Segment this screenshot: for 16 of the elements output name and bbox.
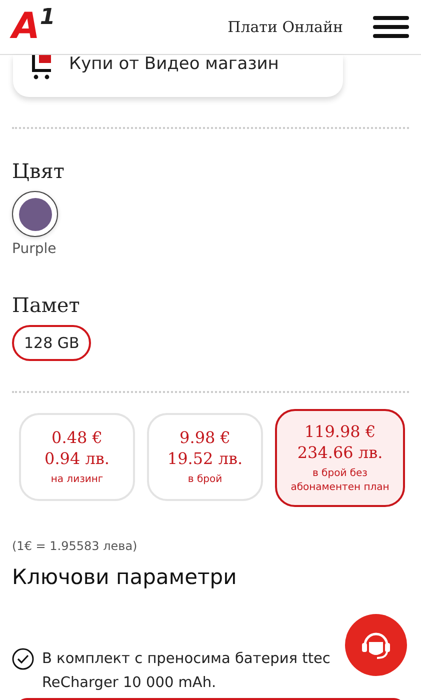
memory-title: Памет: [12, 293, 81, 317]
shop-label: Купи от Видео магазин: [69, 53, 279, 75]
exchange-rate-note: (1€ = 1.95583 лева): [11, 538, 138, 553]
key-params-title: Ключови параметри: [11, 564, 238, 589]
color-label: Purple: [12, 241, 58, 257]
menu-icon[interactable]: [373, 15, 409, 39]
memory-option[interactable]: 128 GB: [12, 325, 92, 361]
color-title: Цвят: [12, 159, 66, 183]
check-icon: [12, 648, 34, 670]
price-option[interactable]: 9.98 € 19.52 лв. в брой: [147, 413, 263, 501]
price-option[interactable]: 119.98 € 234.66 лв. в брой без абонаментен план: [275, 409, 405, 507]
key-param-text: В комплект с преносима батерия ttec ReCharger 10 000 mAh.: [42, 650, 332, 693]
color-swatch[interactable]: [12, 191, 58, 237]
pay-online-link[interactable]: Плати Онлайн: [228, 18, 343, 36]
video-shop-card[interactable]: Купи от Видео магазин: [13, 55, 343, 97]
price-option[interactable]: 0.48 € 0.94 лв. на лизинг: [19, 413, 135, 501]
